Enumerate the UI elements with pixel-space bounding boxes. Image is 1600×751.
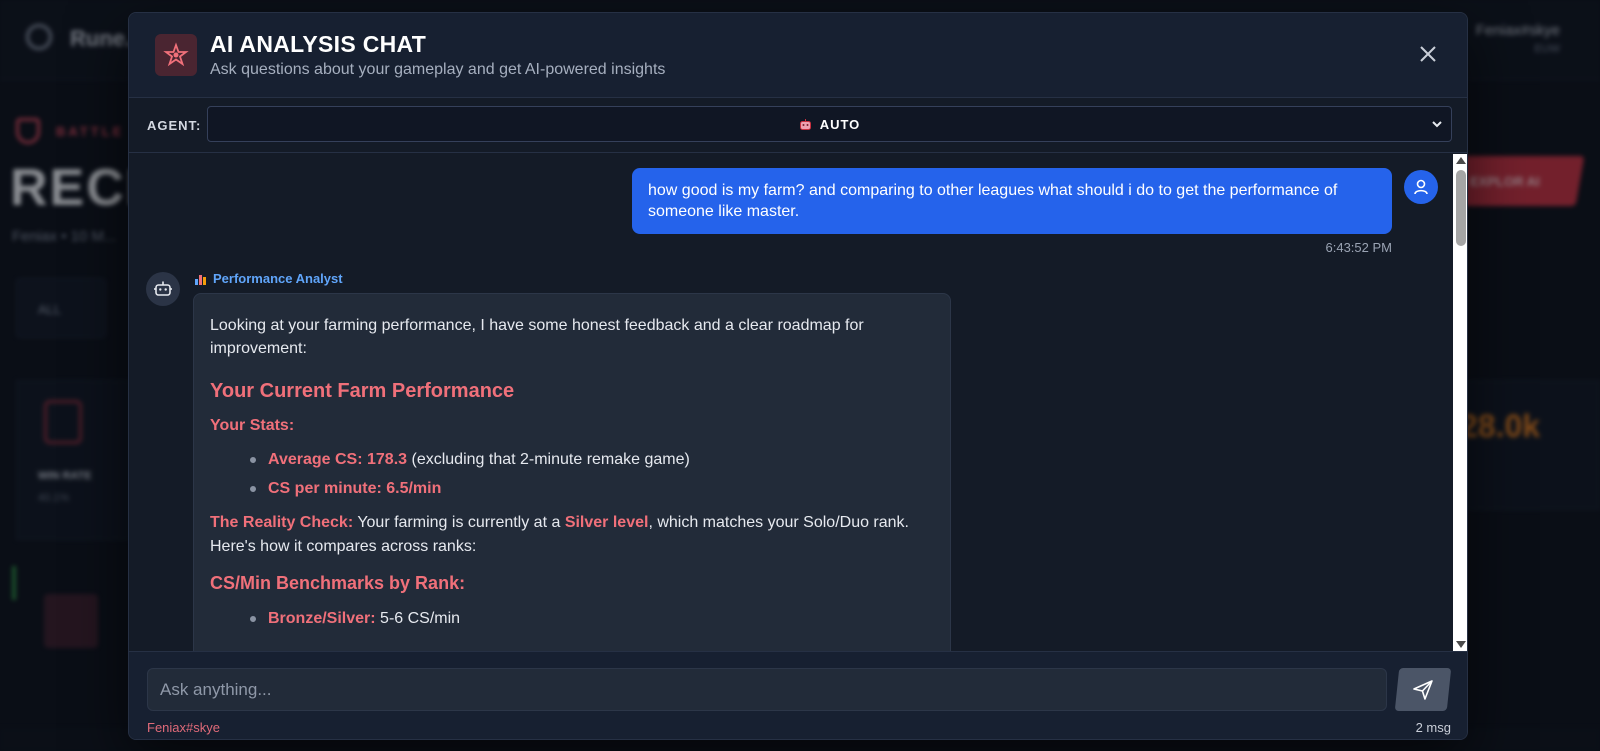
assistant-message: Looking at your farming performance, I h… <box>193 293 951 651</box>
star-emblem-icon <box>155 34 197 76</box>
modal-header: AI ANALYSIS CHAT Ask questions about you… <box>129 13 1467 98</box>
robot-icon <box>154 281 172 296</box>
agent-selected-value: AUTO <box>819 116 861 132</box>
assistant-reality-check: The Reality Check: Your farming is curre… <box>210 514 909 555</box>
background-user: Feniax#skye EUW <box>1476 22 1560 55</box>
assistant-intro: Looking at your farming performance, I h… <box>210 317 864 357</box>
background-accent-bar <box>12 566 16 600</box>
agent-bar: AGENT: AUTO <box>129 98 1467 153</box>
send-button[interactable] <box>1394 668 1452 711</box>
list-item: Bronze/Silver: 5-6 CS/min <box>250 604 934 633</box>
chat-input[interactable] <box>147 668 1387 711</box>
modal-subtitle: Ask questions about your gameplay and ge… <box>210 61 666 78</box>
close-icon <box>1420 46 1436 62</box>
background-tab-label: ALL <box>38 302 62 317</box>
bot-avatar <box>146 272 180 306</box>
background-subline: Feniax • 10 M... <box>12 228 117 245</box>
send-icon <box>1413 679 1433 700</box>
bot-agent-name-label: Performance Analyst <box>213 271 343 286</box>
agent-select[interactable]: AUTO <box>207 106 1452 142</box>
user-message-time: 6:43:52 PM <box>1325 240 1393 255</box>
background-user-sub: EUW <box>1534 43 1560 55</box>
background-action-label: EXPLOR AI <box>1470 174 1540 189</box>
robot-icon <box>799 118 811 130</box>
background-card-icon <box>44 400 82 444</box>
bar-chart-icon <box>195 273 207 285</box>
background-stat: 28.0k <box>1460 408 1541 444</box>
background-thumbnail <box>44 594 98 648</box>
assistant-benchmarks-list: Bronze/Silver: 5-6 CS/min <box>210 604 934 633</box>
background-user-name: Feniax#skye <box>1475 22 1560 39</box>
background-shield-icon <box>16 118 40 144</box>
background-section-label: BATTLE <box>56 124 125 139</box>
assistant-benchmarks-heading: CS/Min Benchmarks by Rank: <box>210 573 466 593</box>
assistant-stats-list: Average CS: 178.3 (excluding that 2-minu… <box>210 445 934 503</box>
user-message: how good is my farm? and comparing to ot… <box>632 168 1392 234</box>
composer: Feniax#skye 2 msg <box>129 651 1467 739</box>
scroll-down-arrow-icon[interactable] <box>1456 641 1466 648</box>
user-icon <box>1414 179 1428 195</box>
user-avatar <box>1404 170 1438 204</box>
message-scrollbar[interactable] <box>1453 154 1467 651</box>
ai-chat-modal: AI ANALYSIS CHAT Ask questions about you… <box>128 12 1468 740</box>
assistant-stats-heading: Your Stats: <box>210 417 295 434</box>
bot-agent-name: Performance Analyst <box>195 271 343 286</box>
modal-title: AI ANALYSIS CHAT <box>210 31 427 57</box>
agent-label: AGENT: <box>147 118 202 133</box>
message-list[interactable]: how good is my farm? and comparing to ot… <box>129 154 1467 651</box>
close-button[interactable] <box>1413 39 1443 69</box>
footer-user-tag: Feniax#skye <box>147 720 220 735</box>
list-item: Average CS: 178.3 (excluding that 2-minu… <box>250 445 934 474</box>
background-logo-icon <box>26 24 52 50</box>
footer-message-count: 2 msg <box>1415 720 1451 735</box>
list-item: CS per minute: 6.5/min <box>250 474 934 503</box>
scroll-up-arrow-icon[interactable] <box>1456 157 1466 164</box>
background-card-sub: 40.1% <box>38 492 70 504</box>
background-card-label: WIN RATE <box>38 470 92 482</box>
chevron-down-icon <box>1432 121 1442 128</box>
assistant-heading: Your Current Farm Performance <box>210 380 515 402</box>
scroll-thumb[interactable] <box>1456 170 1466 246</box>
